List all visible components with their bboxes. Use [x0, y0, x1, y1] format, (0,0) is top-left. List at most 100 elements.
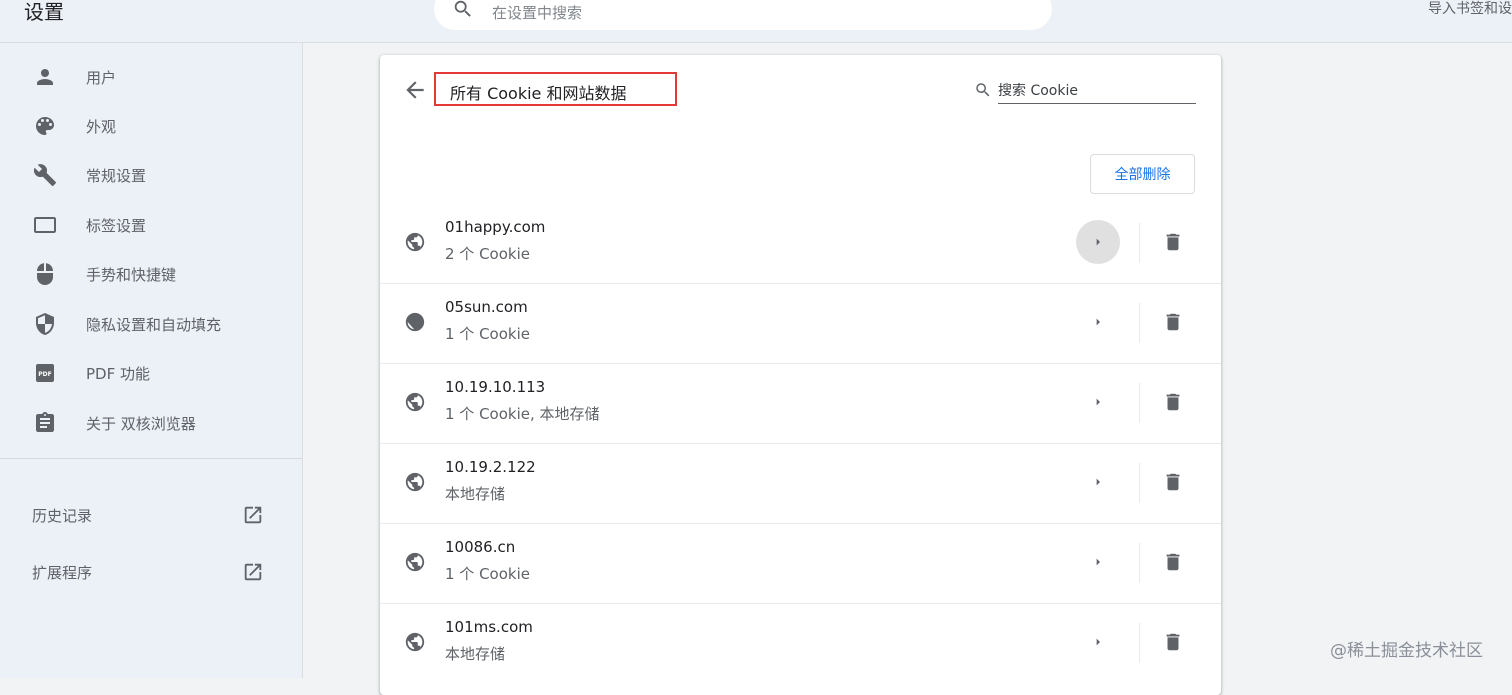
- site-info: 2 个 Cookie: [445, 245, 530, 263]
- site-row[interactable]: 101ms.com 本地存储: [380, 603, 1221, 683]
- sidebar-item-label: 标签设置: [86, 217, 147, 235]
- top-bar: 设置 导入书签和设置: [0, 0, 1512, 43]
- expand-site-button[interactable]: [1076, 540, 1120, 584]
- sidebar: 用户 外观 常规设置 标签设置 手势和快捷键 隐私设置和自动填充 PDF PDF…: [0, 43, 303, 678]
- arrow-right-icon: [1096, 238, 1100, 246]
- row-divider: [380, 283, 1221, 284]
- site-row[interactable]: 10086.cn 1 个 Cookie: [380, 523, 1221, 603]
- expand-site-button[interactable]: [1076, 380, 1120, 424]
- row-separator: [1139, 623, 1140, 663]
- wrench-icon: [33, 164, 56, 186]
- sidebar-item-about[interactable]: 关于 双核浏览器: [0, 403, 302, 443]
- row-separator: [1139, 543, 1140, 583]
- trash-icon: [1166, 553, 1180, 571]
- row-separator: [1139, 383, 1140, 423]
- row-divider: [380, 443, 1221, 444]
- delete-site-button[interactable]: [1159, 464, 1187, 500]
- sidebar-divider: [0, 458, 302, 459]
- cookies-card: 所有 Cookie 和网站数据 全部删除 01happy.com 2 个 Coo…: [380, 55, 1221, 695]
- globe-icon: [405, 392, 425, 412]
- person-icon: [37, 69, 53, 85]
- trash-icon: [1166, 233, 1180, 251]
- sidebar-item-label: 常规设置: [86, 167, 147, 185]
- sidebar-item-pdf[interactable]: PDF PDF 功能: [0, 353, 302, 393]
- delete-site-button[interactable]: [1159, 384, 1187, 420]
- open-in-new-icon: [244, 563, 262, 581]
- sidebar-item-tabs[interactable]: 标签设置: [0, 205, 302, 245]
- arrow-right-icon: [1096, 398, 1100, 406]
- remove-all-button[interactable]: 全部删除: [1090, 154, 1195, 194]
- pdf-icon: PDF: [36, 364, 54, 382]
- site-name: 10.19.10.113: [445, 378, 546, 396]
- sidebar-item-user[interactable]: 用户: [0, 57, 302, 97]
- shield-icon: [36, 313, 54, 335]
- app-title: 设置: [24, 0, 64, 24]
- arrow-right-icon: [1096, 558, 1100, 566]
- globe-icon: [405, 232, 425, 252]
- globe-icon: [405, 632, 425, 652]
- clipboard-icon: [36, 412, 54, 432]
- delete-site-button[interactable]: [1159, 624, 1187, 660]
- site-row[interactable]: 05sun.com 1 个 Cookie: [380, 283, 1221, 363]
- site-row[interactable]: 10.19.10.113 1 个 Cookie, 本地存储: [380, 363, 1221, 443]
- sidebar-link-label: 扩展程序: [32, 564, 93, 582]
- sidebar-item-gestures[interactable]: 手势和快捷键: [0, 254, 302, 294]
- sidebar-link-extensions[interactable]: 扩展程序: [0, 552, 302, 592]
- search-icon: [454, 0, 471, 17]
- row-divider: [380, 523, 1221, 524]
- sidebar-item-label: 外观: [86, 118, 117, 136]
- settings-search-box[interactable]: [434, 0, 1052, 30]
- site-info: 1 个 Cookie: [445, 325, 530, 343]
- arrow-right-icon: [1096, 478, 1100, 486]
- sidebar-item-general[interactable]: 常规设置: [0, 155, 302, 195]
- sidebar-item-appearance[interactable]: 外观: [0, 106, 302, 146]
- sidebar-link-history[interactable]: 历史记录: [0, 495, 302, 535]
- sidebar-item-label: 用户: [86, 69, 117, 87]
- expand-site-button[interactable]: [1076, 220, 1120, 264]
- search-icon: [976, 83, 990, 97]
- sidebar-item-label: 隐私设置和自动填充: [86, 316, 222, 334]
- site-info: 1 个 Cookie: [445, 565, 530, 583]
- cookie-search-box[interactable]: [974, 79, 1196, 105]
- trash-icon: [1166, 633, 1180, 651]
- site-row[interactable]: 10.19.2.122 本地存储: [380, 443, 1221, 523]
- globe-icon: [405, 552, 425, 572]
- site-name: 05sun.com: [445, 298, 528, 316]
- sidebar-item-label: 关于 双核浏览器: [86, 415, 196, 433]
- sidebar-item-label: PDF 功能: [86, 365, 150, 383]
- mouse-icon: [37, 263, 53, 285]
- trash-icon: [1166, 393, 1180, 411]
- back-arrow-icon[interactable]: [402, 77, 428, 103]
- sidebar-item-label: 手势和快捷键: [86, 266, 177, 284]
- page-title: 所有 Cookie 和网站数据: [450, 84, 627, 103]
- svg-text:PDF: PDF: [38, 371, 51, 378]
- site-info: 本地存储: [445, 485, 506, 503]
- delete-site-button[interactable]: [1159, 224, 1187, 260]
- row-divider: [380, 363, 1221, 364]
- row-separator: [1139, 303, 1140, 343]
- row-separator: [1139, 223, 1140, 263]
- import-bookmarks-link[interactable]: 导入书签和设置: [1428, 0, 1512, 18]
- row-separator: [1139, 463, 1140, 503]
- expand-site-button[interactable]: [1076, 620, 1120, 664]
- sidebar-item-privacy[interactable]: 隐私设置和自动填充: [0, 304, 302, 344]
- trash-icon: [1166, 473, 1180, 491]
- row-divider: [380, 603, 1221, 604]
- delete-site-button[interactable]: [1159, 304, 1187, 340]
- site-name: 01happy.com: [445, 218, 546, 236]
- expand-site-button[interactable]: [1076, 460, 1120, 504]
- tab-icon: [34, 217, 56, 233]
- expand-site-button[interactable]: [1076, 300, 1120, 344]
- globe-icon: [405, 472, 425, 492]
- site-row[interactable]: 01happy.com 2 个 Cookie: [380, 203, 1221, 283]
- settings-search-input[interactable]: [490, 0, 1014, 26]
- delete-site-button[interactable]: [1159, 544, 1187, 580]
- open-in-new-icon: [244, 506, 262, 524]
- sidebar-link-label: 历史记录: [32, 507, 93, 525]
- arrow-right-icon: [1096, 638, 1100, 646]
- site-info: 本地存储: [445, 645, 506, 663]
- globe-icon: [405, 312, 425, 332]
- cookie-search-input[interactable]: [998, 79, 1196, 104]
- page-title-highlight: 所有 Cookie 和网站数据: [434, 72, 677, 106]
- site-info: 1 个 Cookie, 本地存储: [445, 405, 600, 423]
